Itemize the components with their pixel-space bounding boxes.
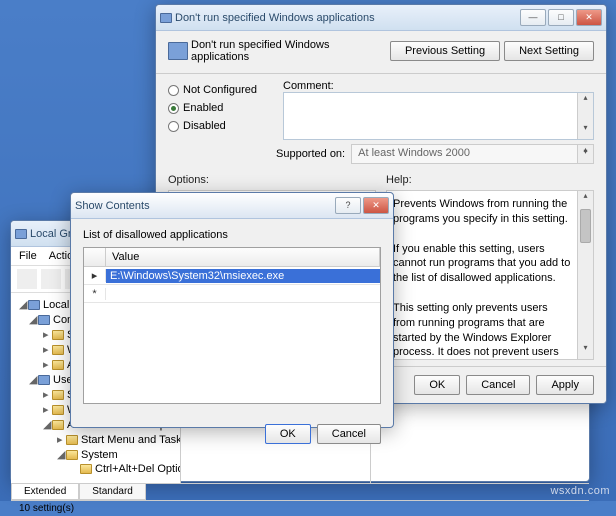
help-textbox[interactable]: Prevents Windows from running the progra… <box>386 190 594 360</box>
radio-enabled[interactable] <box>168 103 179 114</box>
folder-icon <box>52 330 64 340</box>
close-button[interactable]: ✕ <box>576 9 602 26</box>
table-row-new[interactable]: * <box>84 285 380 303</box>
folder-icon <box>80 464 92 474</box>
ok-button[interactable]: OK <box>414 375 460 395</box>
supported-value-box: At least Windows 2000 ▴▾ <box>351 144 594 164</box>
policy-titlebar[interactable]: Don't run specified Windows applications… <box>156 5 606 31</box>
statusbar: 10 setting(s) <box>11 500 589 516</box>
supported-label: Supported on: <box>276 148 345 160</box>
new-row-marker-icon: * <box>84 288 106 300</box>
value-cell-empty[interactable] <box>106 293 380 295</box>
tab-extended[interactable]: Extended <box>11 484 79 500</box>
watermark-text: wsxdn.com <box>550 485 610 497</box>
ok-button[interactable]: OK <box>265 424 311 444</box>
folder-icon <box>52 360 64 370</box>
tree-ctrl[interactable]: Ctrl+Alt+Del Options <box>95 463 181 475</box>
radio-disabled-label: Disabled <box>183 120 226 132</box>
supported-value: At least Windows 2000 <box>358 147 470 159</box>
tab-standard[interactable]: Standard <box>79 484 146 500</box>
computer-config-icon <box>38 315 50 325</box>
help-scrollbar[interactable]: ▴▾ <box>577 191 593 359</box>
folder-icon <box>52 420 64 430</box>
help-label: Help: <box>386 174 594 186</box>
minimize-button[interactable]: — <box>520 9 546 26</box>
policy-title: Don't run specified Windows applications <box>175 12 520 24</box>
radio-disabled[interactable] <box>168 121 179 132</box>
folder-icon <box>52 390 64 400</box>
cancel-button[interactable]: Cancel <box>466 375 530 395</box>
radio-enabled-label: Enabled <box>183 102 223 114</box>
menu-file[interactable]: File <box>19 250 37 262</box>
close-button[interactable]: ✕ <box>363 197 389 214</box>
table-row[interactable]: ▸ E:\Windows\System32\msiexec.exe <box>84 267 380 285</box>
previous-setting-button[interactable]: Previous Setting <box>390 41 500 61</box>
next-setting-button[interactable]: Next Setting <box>504 41 594 61</box>
apply-button[interactable]: Apply <box>536 375 594 395</box>
show-heading: List of disallowed applications <box>83 229 381 241</box>
show-title: Show Contents <box>75 200 335 212</box>
state-radios: Not Configured Enabled Disabled <box>168 80 273 140</box>
folder-icon <box>52 405 64 415</box>
radio-not-configured[interactable] <box>168 85 179 96</box>
comment-label: Comment: <box>283 80 334 92</box>
view-tabs: Extended Standard <box>11 483 589 500</box>
comment-textarea[interactable]: ▴▾ <box>283 92 594 140</box>
row-header-column[interactable] <box>84 248 106 266</box>
help-button[interactable]: ? <box>335 197 361 214</box>
toolbar-fwd-icon[interactable] <box>41 269 61 289</box>
policy-root-icon <box>28 300 40 310</box>
app-icon <box>15 229 27 239</box>
show-titlebar[interactable]: Show Contents ? ✕ <box>71 193 393 219</box>
cancel-button[interactable]: Cancel <box>317 424 381 444</box>
show-contents-dialog: Show Contents ? ✕ List of disallowed app… <box>70 192 394 428</box>
dialog-icon <box>160 13 172 23</box>
options-label: Options: <box>168 174 376 186</box>
user-config-icon <box>38 375 50 385</box>
help-text: Prevents Windows from running the progra… <box>393 197 587 360</box>
folder-icon <box>52 345 64 355</box>
policy-header-icon <box>168 42 188 60</box>
policy-header-title: Don't run specified Windows applications <box>191 39 390 63</box>
maximize-button[interactable]: □ <box>548 9 574 26</box>
column-header-value[interactable]: Value <box>106 248 380 266</box>
value-grid[interactable]: Value ▸ E:\Windows\System32\msiexec.exe … <box>83 247 381 404</box>
row-marker-icon: ▸ <box>84 269 106 282</box>
value-cell[interactable]: E:\Windows\System32\msiexec.exe <box>106 269 380 283</box>
radio-not-configured-label: Not Configured <box>183 84 257 96</box>
toolbar-back-icon[interactable] <box>17 269 37 289</box>
show-footer: OK Cancel <box>71 414 393 454</box>
